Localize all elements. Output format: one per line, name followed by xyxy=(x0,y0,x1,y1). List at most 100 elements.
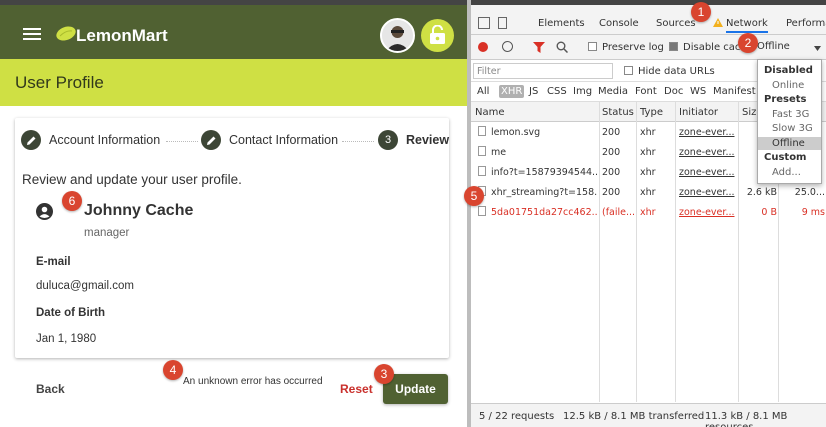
preserve-log-checkbox[interactable] xyxy=(588,42,597,51)
profile-stepper-card xyxy=(15,118,449,358)
file-icon xyxy=(478,166,486,176)
throttle-value: Offline xyxy=(757,41,790,52)
record-icon[interactable] xyxy=(478,42,488,52)
step-connector xyxy=(166,141,198,142)
request-initiator[interactable]: zone-ever... xyxy=(679,187,737,198)
request-initiator[interactable]: zone-ever... xyxy=(679,167,737,178)
app-toolbar: LemonMart xyxy=(0,0,467,59)
email-value: duluca@gmail.com xyxy=(36,280,134,292)
request-initiator[interactable]: zone-ever... xyxy=(679,147,737,158)
column-initiator[interactable]: Initiator xyxy=(679,107,718,118)
request-name: xhr_streaming?t=158... xyxy=(491,187,597,198)
request-status: 200 xyxy=(602,127,621,138)
account-circle-icon xyxy=(36,203,53,220)
throttle-option[interactable]: Add... xyxy=(758,166,821,179)
type-filter-xhr[interactable]: XHR xyxy=(499,85,525,98)
disable-cache-checkbox[interactable] xyxy=(669,42,678,51)
lock-button[interactable] xyxy=(421,19,454,52)
step-label: Contact Information xyxy=(229,133,339,147)
profile-role: manager xyxy=(84,227,130,239)
lock-open-icon xyxy=(430,25,445,44)
request-time: 25.0... xyxy=(794,187,825,198)
type-filter-doc[interactable]: Doc xyxy=(662,85,685,98)
page-title: User Profile xyxy=(15,73,104,92)
column-name[interactable]: Name xyxy=(475,107,505,118)
request-status: 200 xyxy=(602,167,621,178)
request-size: 2.6 kB xyxy=(746,187,777,198)
file-icon xyxy=(478,146,486,156)
request-row[interactable]: xhr_streaming?t=158... 200 xhr zone-ever...… xyxy=(471,182,826,202)
error-message: An unknown error has occurred xyxy=(183,376,323,387)
devtools-tab-bar: Elements Console Sources Network Perform… xyxy=(471,5,826,35)
tab-elements[interactable]: Elements xyxy=(538,18,585,29)
search-icon[interactable] xyxy=(556,41,568,53)
type-filter-manifest[interactable]: Manifest xyxy=(711,85,758,98)
request-type: xhr xyxy=(640,187,656,198)
throttle-option[interactable]: Offline xyxy=(758,136,821,150)
callout-2: 2 xyxy=(738,33,758,53)
lemonmart-app: LemonMart User Profile Account Informati… xyxy=(0,0,467,427)
callout-1: 1 xyxy=(691,2,711,22)
tab-network[interactable]: Network xyxy=(726,18,768,33)
step-contact-information[interactable]: Contact Information xyxy=(201,130,338,150)
throttle-option[interactable]: Slow 3G xyxy=(758,122,821,135)
step-review[interactable]: 3 Review xyxy=(378,130,449,150)
step-connector xyxy=(342,141,374,142)
type-filter-media[interactable]: Media xyxy=(596,85,630,98)
throttle-option[interactable]: Online xyxy=(758,79,821,92)
reset-button[interactable]: Reset xyxy=(340,382,373,396)
menu-icon[interactable] xyxy=(23,28,41,40)
network-toolbar: Preserve log Disable cach Offline xyxy=(471,35,826,60)
step-account-information[interactable]: Account Information xyxy=(21,130,160,150)
avatar[interactable] xyxy=(380,18,415,53)
filter-input[interactable]: Filter xyxy=(473,63,613,79)
request-initiator[interactable]: zone-ever... xyxy=(679,127,737,138)
lemon-logo-icon xyxy=(56,26,76,41)
devtools-panel: Elements Console Sources Network Perform… xyxy=(471,5,826,427)
app-title[interactable]: LemonMart xyxy=(76,26,168,46)
request-type: xhr xyxy=(640,127,656,138)
throttle-select[interactable]: Offline xyxy=(757,41,790,52)
request-row[interactable]: 5da01751da27cc462... (faile... xhr zone-eve… xyxy=(471,202,826,222)
inspect-icon[interactable] xyxy=(478,17,490,29)
throttle-option[interactable]: Fast 3G xyxy=(758,108,821,121)
filter-icon[interactable] xyxy=(533,42,545,53)
column-status[interactable]: Status xyxy=(602,107,634,118)
throttle-dropdown-menu: Disabled Online Presets Fast 3G Slow 3G Offli… xyxy=(757,59,822,184)
transferred-size: 12.5 kB / 8.1 MB transferred xyxy=(563,411,705,422)
throttle-group-label: Custom xyxy=(764,152,807,163)
step-label: Account Information xyxy=(49,133,161,147)
chevron-down-icon[interactable] xyxy=(814,46,821,51)
tab-sources[interactable]: Sources xyxy=(656,18,696,29)
request-initiator[interactable]: zone-ever... xyxy=(679,207,737,218)
type-filter-all[interactable]: All xyxy=(475,85,491,98)
hide-data-urls-checkbox[interactable] xyxy=(624,66,633,75)
type-filter-ws[interactable]: WS xyxy=(688,85,708,98)
request-status: 200 xyxy=(602,147,621,158)
column-type[interactable]: Type xyxy=(640,107,663,118)
dob-label: Date of Birth xyxy=(36,307,105,319)
step-label: Review xyxy=(406,133,450,147)
request-status: 200 xyxy=(602,187,621,198)
callout-6: 6 xyxy=(62,191,82,211)
tab-performance[interactable]: Performa xyxy=(786,18,826,29)
dob-value: Jan 1, 1980 xyxy=(36,333,97,345)
file-icon xyxy=(478,206,486,216)
request-type: xhr xyxy=(640,147,656,158)
clear-icon[interactable] xyxy=(502,41,513,52)
request-name: info?t=15879394544... xyxy=(491,167,597,178)
type-filter-css[interactable]: CSS xyxy=(545,85,569,98)
back-button[interactable]: Back xyxy=(36,382,65,396)
review-intro: Review and update your user profile. xyxy=(22,172,242,187)
pencil-icon xyxy=(21,130,41,150)
type-filter-img[interactable]: Img xyxy=(571,85,594,98)
device-toggle-icon[interactable] xyxy=(498,17,507,29)
preserve-log-label: Preserve log xyxy=(602,42,664,53)
type-filter-js[interactable]: JS xyxy=(527,85,540,98)
type-filter-font[interactable]: Font xyxy=(633,85,659,98)
request-status: (faile... xyxy=(602,207,635,218)
tab-console[interactable]: Console xyxy=(599,18,639,29)
pencil-icon xyxy=(201,130,221,150)
request-name: 5da01751da27cc462... xyxy=(491,207,597,218)
resources-size: 11.3 kB / 8.1 MB resources xyxy=(705,411,788,427)
